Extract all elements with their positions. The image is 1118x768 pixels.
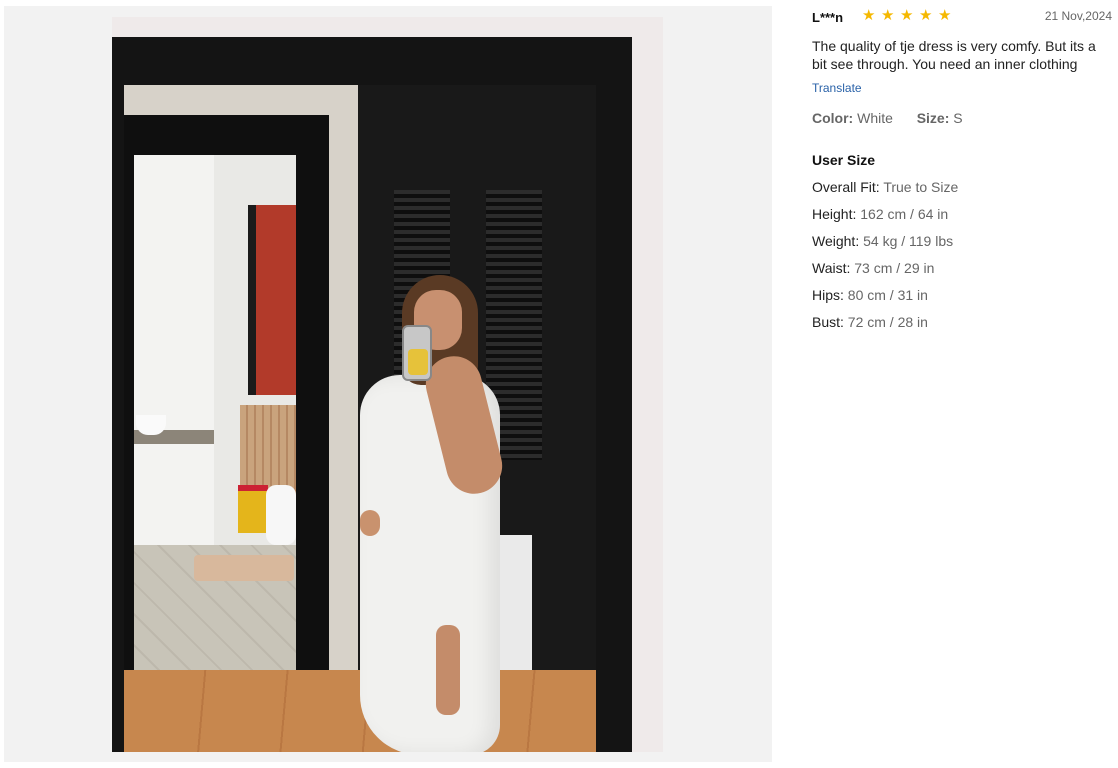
size-value: S: [953, 110, 963, 126]
dress-slit: [436, 625, 460, 715]
size-key: Waist:: [812, 260, 851, 276]
size-key: Height:: [812, 206, 857, 222]
mirror-reflection: [124, 85, 596, 752]
toilet: [266, 485, 296, 545]
trash-bin: [238, 485, 268, 533]
purchase-attributes: Color: White Size: S: [812, 110, 963, 126]
size-key: Hips:: [812, 287, 844, 303]
star-icon: ★: [938, 6, 952, 24]
size-value: True to Size: [883, 179, 959, 195]
color-label: Color:: [812, 110, 854, 126]
bathroom-view: [134, 155, 296, 675]
mirror-frame: [112, 37, 632, 752]
review-photo-panel: [4, 6, 772, 762]
size-row-overall-fit: Overall Fit: True to Size: [812, 179, 958, 206]
phone: [402, 325, 432, 381]
size-label: Size:: [916, 110, 950, 126]
star-icon: ★: [881, 6, 895, 24]
color-value: White: [857, 110, 893, 126]
user-size-title: User Size: [812, 152, 876, 168]
star-icon: ★: [919, 6, 933, 24]
review-photo[interactable]: [112, 17, 663, 752]
red-door: [248, 205, 296, 395]
size-key: Bust:: [812, 314, 844, 330]
size-value: 73 cm / 29 in: [854, 260, 935, 276]
size-key: Weight:: [812, 233, 860, 249]
person-hand: [360, 510, 380, 536]
star-rating: ★ ★ ★ ★ ★: [862, 8, 953, 23]
review-date: 21 Nov,2024: [1044, 9, 1112, 23]
review-details: L***n ★ ★ ★ ★ ★ 21 Nov,2024 The quality …: [812, 0, 1112, 768]
bathroom-door-frame: [124, 115, 329, 695]
bathroom-wall: [134, 155, 214, 545]
translate-link[interactable]: Translate: [812, 81, 862, 95]
size-key: Overall Fit:: [812, 179, 880, 195]
review-text: The quality of tje dress is very comfy. …: [812, 38, 1096, 72]
size-value: 54 kg / 119 lbs: [863, 233, 954, 249]
star-icon: ★: [900, 6, 914, 24]
size-row-waist: Waist: 73 cm / 29 in: [812, 260, 958, 287]
size-row-weight: Weight: 54 kg / 119 lbs: [812, 233, 958, 260]
size-row-hips: Hips: 80 cm / 31 in: [812, 287, 958, 314]
floor-towel: [194, 555, 294, 581]
sink: [136, 415, 166, 435]
size-row-bust: Bust: 72 cm / 28 in: [812, 314, 958, 341]
size-row-height: Height: 162 cm / 64 in: [812, 206, 958, 233]
user-size-list: Overall Fit: True to Size Height: 162 cm…: [812, 179, 958, 341]
review-header: L***n ★ ★ ★ ★ ★ 21 Nov,2024: [812, 8, 1112, 27]
size-value: 80 cm / 31 in: [847, 287, 928, 303]
size-value: 72 cm / 28 in: [847, 314, 928, 330]
size-value: 162 cm / 64 in: [860, 206, 949, 222]
star-icon: ★: [862, 6, 876, 24]
reviewer-name: L***n: [812, 10, 844, 25]
